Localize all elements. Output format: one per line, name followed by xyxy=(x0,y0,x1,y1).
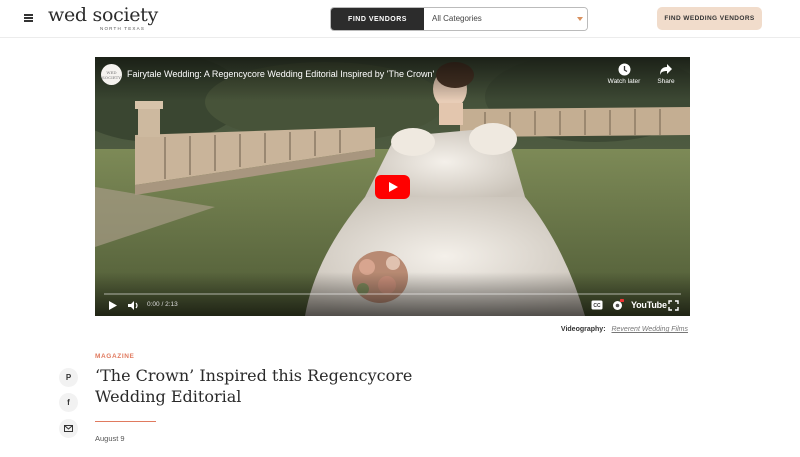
article-category[interactable]: MAGAZINE xyxy=(95,353,134,360)
chevron-down-icon xyxy=(577,17,583,21)
pinterest-share-button[interactable]: P xyxy=(59,368,78,387)
youtube-logo[interactable]: YouTube xyxy=(631,300,667,310)
channel-avatar[interactable]: WED SOCIETY xyxy=(101,64,122,85)
video-credit: Videography: Reverent Wedding Films xyxy=(561,326,688,333)
volume-icon[interactable] xyxy=(127,300,140,311)
share-arrow-icon xyxy=(660,64,672,75)
logo-region: NORTH TEXAS xyxy=(100,26,146,31)
category-select[interactable]: All Categories xyxy=(424,8,587,30)
settings-icon[interactable] xyxy=(611,299,624,312)
site-header: wed society NORTH TEXAS FIND VENDORS All… xyxy=(0,0,800,38)
pinterest-icon: P xyxy=(65,373,72,382)
captions-icon[interactable]: CC xyxy=(591,300,603,310)
clock-icon xyxy=(618,63,630,76)
title-divider xyxy=(95,421,156,422)
hamburger-menu-icon[interactable] xyxy=(24,14,33,22)
find-vendors-button[interactable]: FIND VENDORS xyxy=(331,8,424,30)
find-wedding-vendors-button[interactable]: FIND WEDDING VENDORS xyxy=(657,7,762,30)
play-button[interactable] xyxy=(375,175,410,199)
email-icon xyxy=(64,425,73,432)
category-select-value: All Categories xyxy=(432,14,482,23)
watch-later-label: Watch later xyxy=(607,78,641,85)
email-share-button[interactable] xyxy=(59,419,78,438)
post-date: August 9 xyxy=(95,434,125,443)
watch-later-button[interactable]: Watch later xyxy=(604,63,644,93)
share-label: Share xyxy=(657,78,675,85)
vendor-search-bar: FIND VENDORS All Categories xyxy=(330,7,588,31)
site-logo[interactable]: wed society NORTH TEXAS xyxy=(48,4,164,32)
video-time: 0:00 / 2:13 xyxy=(147,301,178,308)
logo-wordmark: wed society xyxy=(48,4,158,26)
facebook-share-button[interactable]: f xyxy=(59,393,78,412)
credit-link[interactable]: Reverent Wedding Films xyxy=(611,326,688,333)
video-title[interactable]: Fairytale Wedding: A Regencycore Wedding… xyxy=(127,69,434,79)
video-share-button[interactable]: Share xyxy=(646,63,686,93)
svg-text:CC: CC xyxy=(593,303,601,309)
credit-label: Videography: xyxy=(560,326,606,333)
article-title: ‘The Crown’ Inspired this Regencycore We… xyxy=(95,366,413,406)
video-progress-bar[interactable] xyxy=(104,293,681,295)
video-top-overlay xyxy=(95,57,690,101)
facebook-icon: f xyxy=(67,398,70,407)
fullscreen-icon[interactable] xyxy=(668,300,679,311)
youtube-video-player[interactable]: WED SOCIETY Fairytale Wedding: A Regency… xyxy=(95,57,690,316)
play-icon[interactable] xyxy=(108,300,118,311)
